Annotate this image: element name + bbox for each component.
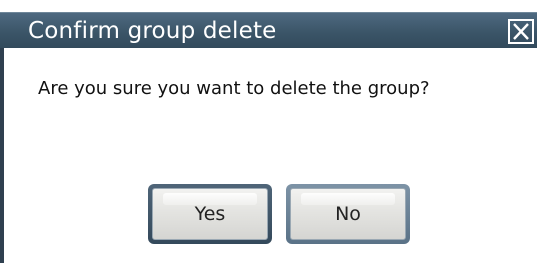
- confirm-dialog: Confirm group delete Are you sure you wa…: [0, 0, 537, 263]
- yes-button-face[interactable]: Yes: [152, 188, 268, 240]
- no-button-label: No: [335, 203, 361, 225]
- yes-button-label: Yes: [194, 203, 226, 225]
- top-strip: [0, 0, 537, 12]
- yes-button[interactable]: Yes: [148, 184, 272, 244]
- title-bar[interactable]: Confirm group delete: [0, 12, 537, 48]
- no-button[interactable]: No: [286, 184, 410, 244]
- close-x-icon: [513, 23, 529, 40]
- dialog-title: Confirm group delete: [28, 18, 277, 44]
- dialog-left-border: [0, 48, 10, 263]
- confirm-message: Are you sure you want to delete the grou…: [38, 78, 430, 99]
- no-button-face[interactable]: No: [290, 188, 406, 240]
- close-button[interactable]: [508, 19, 534, 44]
